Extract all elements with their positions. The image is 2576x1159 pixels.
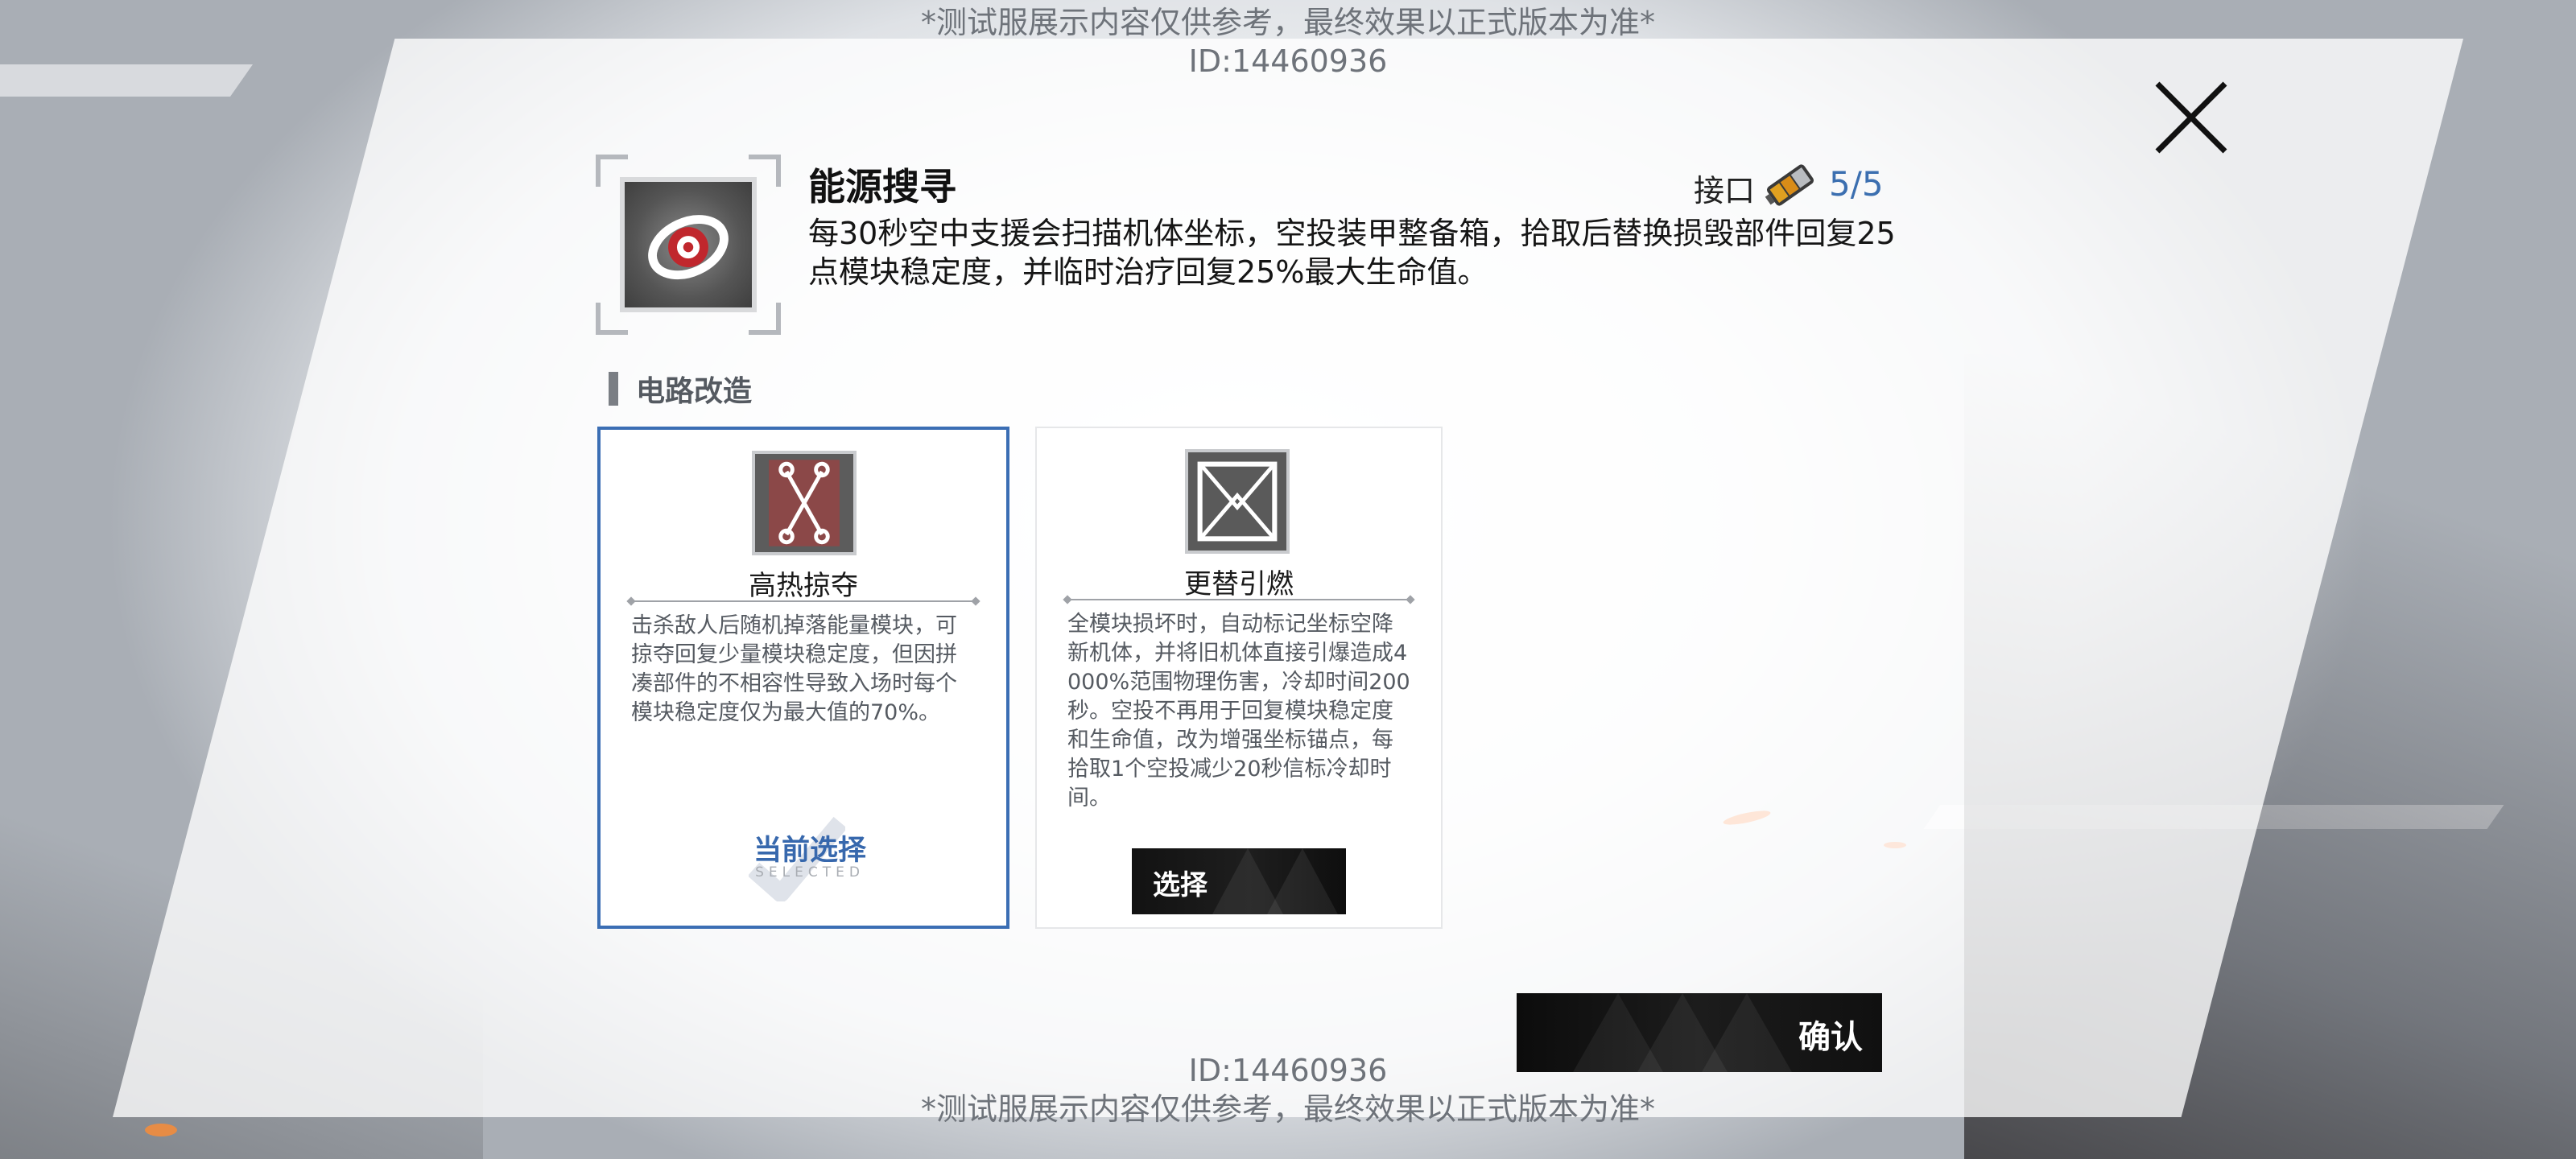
section-title: 电路改造 bbox=[636, 375, 753, 408]
port-label: 接口 bbox=[1694, 173, 1756, 208]
select-button-label: 选择 bbox=[1153, 870, 1208, 901]
port-value: 5/5 bbox=[1829, 164, 1884, 204]
current-selection-badge: 当前选择 SELECTED bbox=[713, 808, 906, 901]
bowtie-frame-icon bbox=[1185, 449, 1290, 554]
orbit-eye-icon bbox=[620, 177, 757, 312]
watermark-top: *测试服展示内容仅供参考，最终效果以正式版本为准* ID:14460936 bbox=[0, 3, 2576, 80]
skill-title: 能源搜寻 bbox=[808, 165, 956, 208]
current-selection-sublabel: SELECTED bbox=[755, 864, 865, 881]
watermark-notice: *测试服展示内容仅供参考，最终效果以正式版本为准* bbox=[920, 5, 1655, 40]
section-marker bbox=[609, 372, 618, 406]
close-icon bbox=[2155, 81, 2227, 154]
skill-icon-frame bbox=[596, 155, 781, 335]
card-description: 全模块损坏时，自动标记坐标空降新机体，并将旧机体直接引爆造成4000%范围物理伤… bbox=[1067, 612, 1410, 810]
watermark-notice: *测试服展示内容仅供参考，最终效果以正式版本为准* bbox=[920, 1091, 1655, 1127]
current-selection-label: 当前选择 bbox=[753, 835, 866, 867]
watermark-id: ID:14460936 bbox=[1188, 43, 1388, 79]
section-header: 电路改造 bbox=[609, 370, 753, 408]
card-divider bbox=[1067, 599, 1410, 600]
select-button[interactable]: 选择 bbox=[1132, 848, 1346, 914]
card-description: 击杀敌人后随机掉落能量模块，可掠夺回复少量模块稳定度，但因拼凑部件的不相容性导致… bbox=[631, 613, 957, 725]
card-title: 高热掠夺 bbox=[749, 570, 858, 602]
battery-chip-icon bbox=[1760, 159, 1821, 211]
watermark-bottom: ID:14460936 *测试服展示内容仅供参考，最终效果以正式版本为准* bbox=[0, 1051, 2576, 1128]
upgrade-card-replace-ignite[interactable]: 更替引燃 全模块损坏时，自动标记坐标空降新机体，并将旧机体直接引爆造成4000%… bbox=[1035, 427, 1443, 929]
upgrade-card-heat-plunder[interactable]: 高热掠夺 击杀敌人后随机掉落能量模块，可掠夺回复少量模块稳定度，但因拼凑部件的不… bbox=[597, 427, 1009, 929]
card-divider bbox=[631, 600, 976, 602]
close-button[interactable] bbox=[2151, 77, 2231, 158]
card-title: 更替引燃 bbox=[1184, 568, 1294, 600]
circuit-cross-icon bbox=[752, 451, 857, 555]
skill-description: 每30秒空中支援会扫描机体坐标，空投装甲整备箱，拾取后替换损毁部件回复25点模块… bbox=[808, 216, 1896, 290]
watermark-id: ID:14460936 bbox=[1188, 1053, 1388, 1088]
